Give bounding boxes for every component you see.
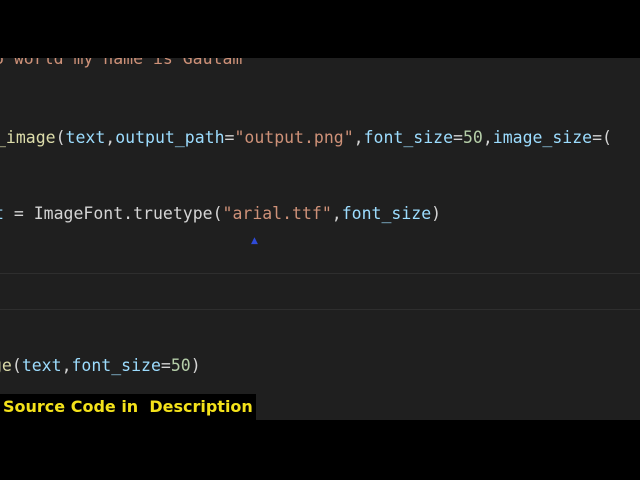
- string-literal: o world my name is Gautam": [0, 58, 253, 68]
- punctuation: ,: [353, 128, 364, 147]
- punctuation: ): [431, 204, 442, 223]
- parameter: image_size: [492, 128, 593, 147]
- video-frame: o world my name is Gautam" _image(text,o…: [0, 0, 640, 480]
- punctuation: ,: [482, 128, 493, 147]
- operator: =: [3, 204, 34, 223]
- parameter: text: [21, 356, 62, 375]
- parameter: font_size: [363, 128, 454, 147]
- number-literal: 50: [170, 356, 191, 375]
- code-editor[interactable]: o world my name is Gautam" _image(text,o…: [0, 58, 640, 420]
- operator: =: [160, 356, 171, 375]
- function-name: _image: [0, 128, 56, 147]
- number-literal: 50: [462, 128, 483, 147]
- string-literal: "arial.ttf": [222, 204, 332, 223]
- punctuation: (: [11, 356, 22, 375]
- punctuation: ,: [331, 204, 342, 223]
- line-highlight-bottom: [0, 309, 640, 310]
- punctuation: (: [602, 128, 612, 147]
- operator: =: [453, 128, 463, 147]
- punctuation: ,: [105, 128, 116, 147]
- operator: =: [224, 128, 235, 147]
- parameter: font_size: [341, 204, 432, 223]
- punctuation: ): [190, 356, 201, 375]
- caption-overlay: Source Code in Description: [0, 394, 256, 420]
- code-line-4: ge(text,font_size=50): [0, 355, 201, 377]
- method-name: truetype: [133, 204, 213, 223]
- function-name: ge: [0, 356, 12, 375]
- line-highlight-top: [0, 273, 640, 274]
- code-line-1: o world my name is Gautam": [0, 58, 252, 70]
- punctuation: ,: [61, 356, 72, 375]
- punctuation: (: [212, 204, 223, 223]
- parameter: font_size: [71, 356, 161, 375]
- code-line-3: t = ImageFont.truetype("arial.ttf",font_…: [0, 203, 441, 225]
- class-name: ImageFont: [33, 204, 124, 223]
- mouse-cursor-icon: ▲: [251, 236, 258, 246]
- string-literal: "output.png": [234, 128, 354, 147]
- parameter: text: [65, 128, 106, 147]
- punctuation: (: [55, 128, 66, 147]
- parameter: output_path: [115, 128, 225, 147]
- operator: =: [592, 128, 603, 147]
- code-line-2: _image(text,output_path="output.png",fon…: [0, 127, 612, 149]
- punctuation: .: [123, 204, 134, 223]
